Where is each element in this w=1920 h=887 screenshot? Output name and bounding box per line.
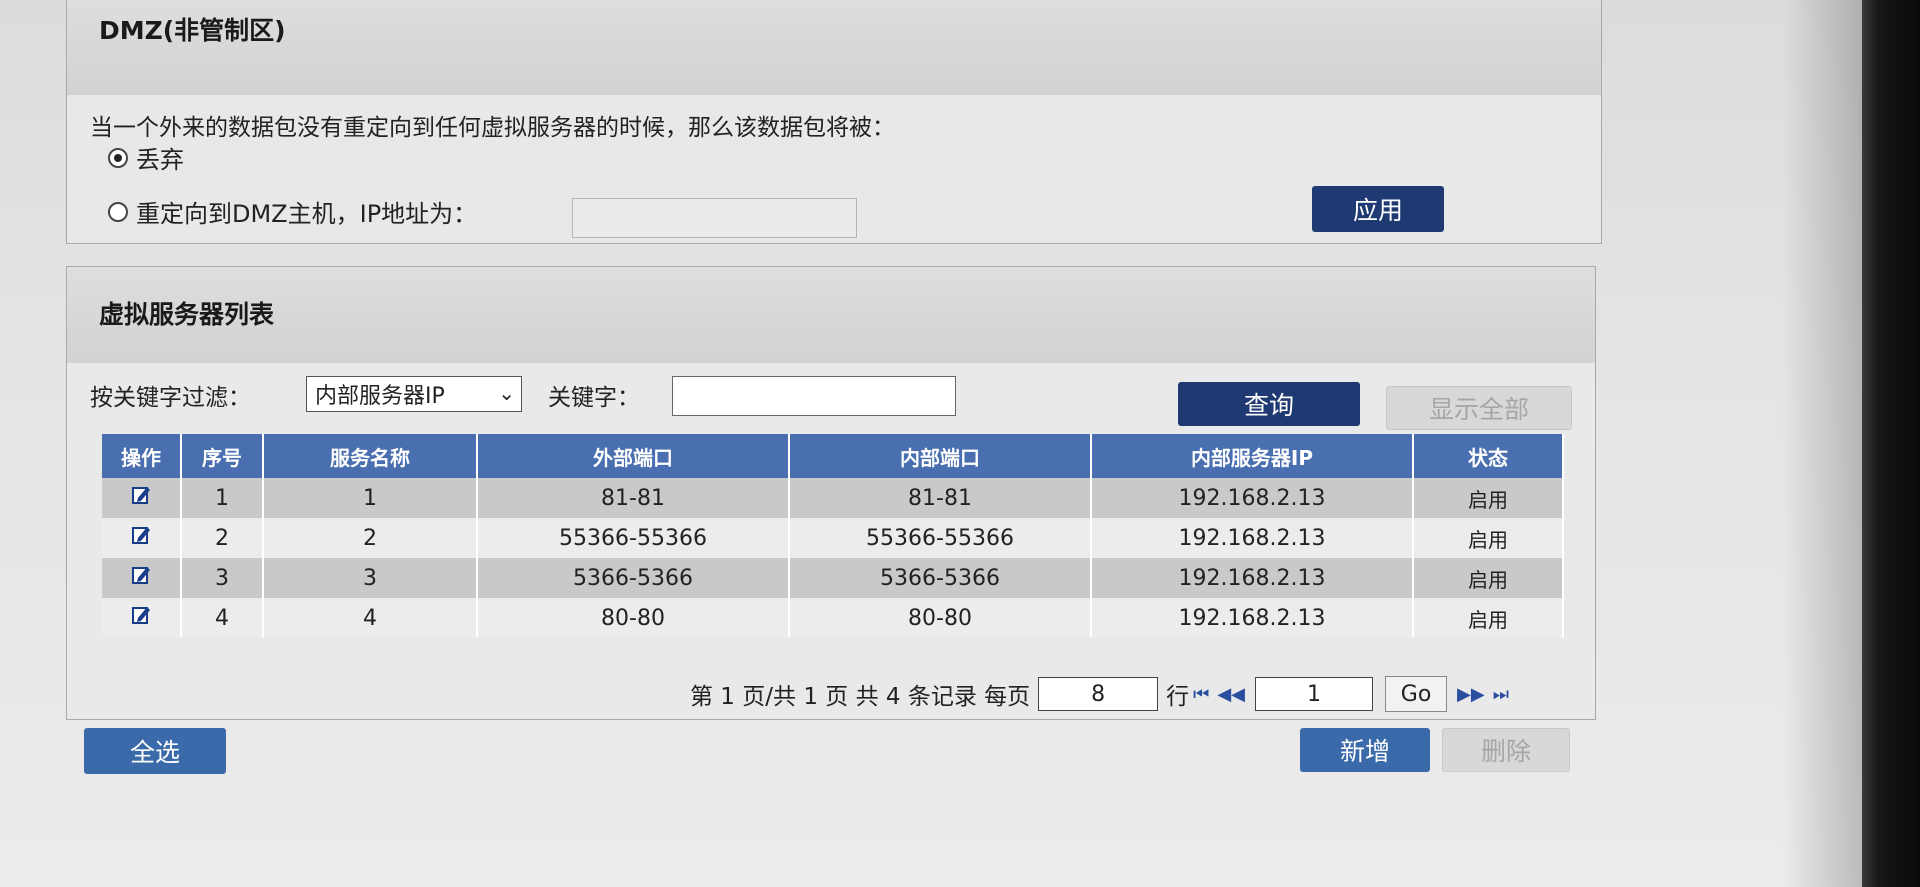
keyword-label: 关键字： (548, 385, 640, 411)
pagination: 第 1 页/共 1 页 共 4 条记录 每页 8 行 ⏮ ◀◀ 1 Go ▶▶ … (690, 676, 1513, 712)
filter-label: 按关键字过滤： (90, 385, 251, 411)
cell-seq: 4 (181, 598, 264, 638)
cell-ip: 192.168.2.13 (1091, 558, 1414, 598)
edit-icon[interactable] (130, 604, 152, 626)
monitor-bezel (1862, 0, 1920, 887)
cell-status: 启用 (1413, 478, 1564, 518)
edit-cell[interactable] (102, 518, 182, 558)
table-header-row: 操作 序号 服务名称 外部端口 内部端口 内部服务器IP 状态 (102, 434, 1564, 478)
cell-int-port: 80-80 (789, 598, 1092, 638)
cell-name: 3 (263, 558, 478, 598)
col-header-status: 状态 (1413, 434, 1564, 478)
cell-status: 启用 (1413, 598, 1564, 638)
virtual-server-title: 虚拟服务器列表 (99, 300, 275, 329)
table-row: 3 3 5366-5366 5366-5366 192.168.2.13 启用 (102, 558, 1564, 598)
next-page-icon[interactable]: ▶▶ (1457, 684, 1485, 705)
filter-select-value: 内部服务器IP (315, 384, 445, 409)
delete-button[interactable]: 删除 (1442, 728, 1570, 772)
cell-seq: 2 (181, 518, 264, 558)
apply-button[interactable]: 应用 (1312, 186, 1444, 232)
col-header-seq: 序号 (181, 434, 264, 478)
rows-unit: 行 (1166, 684, 1190, 710)
cell-seq: 3 (181, 558, 264, 598)
dmz-title: DMZ(非管制区) (99, 16, 286, 45)
keyword-input[interactable] (672, 376, 956, 416)
show-all-button[interactable]: 显示全部 (1386, 386, 1572, 430)
dmz-option-drop[interactable]: 丢弃 (108, 140, 184, 175)
cell-ip: 192.168.2.13 (1091, 598, 1414, 638)
edit-cell[interactable] (102, 598, 182, 638)
table-row: 4 4 80-80 80-80 192.168.2.13 启用 (102, 598, 1564, 638)
cell-ext-port: 55366-55366 (477, 518, 790, 558)
prev-page-icon[interactable]: ◀◀ (1217, 684, 1245, 705)
table-row: 2 2 55366-55366 55366-55366 192.168.2.13… (102, 518, 1564, 558)
edit-icon[interactable] (130, 484, 152, 506)
virtual-server-panel-header (67, 267, 1595, 363)
cell-name: 2 (263, 518, 478, 558)
cell-name: 1 (263, 478, 478, 518)
radio-drop[interactable] (108, 147, 128, 168)
page-input[interactable]: 1 (1255, 677, 1374, 711)
col-header-name: 服务名称 (263, 434, 478, 478)
cell-seq: 1 (181, 478, 264, 518)
edit-icon[interactable] (130, 564, 152, 586)
cell-ext-port: 5366-5366 (477, 558, 790, 598)
virtual-server-table: 操作 序号 服务名称 外部端口 内部端口 内部服务器IP 状态 1 1 81-8… (102, 434, 1564, 638)
screen-edge-shade (1782, 0, 1862, 887)
option-redirect-label: 重定向到DMZ主机，IP地址为： (136, 200, 478, 228)
add-button[interactable]: 新增 (1300, 728, 1430, 772)
option-drop-label: 丢弃 (136, 146, 184, 174)
go-button[interactable]: Go (1385, 676, 1448, 712)
cell-ip: 192.168.2.13 (1091, 478, 1414, 518)
cell-int-port: 81-81 (789, 478, 1092, 518)
chevron-down-icon: ⌄ (498, 381, 515, 405)
cell-name: 4 (263, 598, 478, 638)
col-header-ext-port: 外部端口 (477, 434, 790, 478)
cell-int-port: 55366-55366 (789, 518, 1092, 558)
col-header-ip: 内部服务器IP (1091, 434, 1414, 478)
page-info: 第 1 页/共 1 页 共 4 条记录 每页 (690, 684, 1031, 710)
cell-ext-port: 81-81 (477, 478, 790, 518)
table-row: 1 1 81-81 81-81 192.168.2.13 启用 (102, 478, 1564, 518)
dmz-panel-header (67, 0, 1601, 95)
edit-cell[interactable] (102, 478, 182, 518)
dmz-ip-input[interactable] (572, 198, 857, 238)
cell-int-port: 5366-5366 (789, 558, 1092, 598)
cell-ext-port: 80-80 (477, 598, 790, 638)
col-header-int-port: 内部端口 (789, 434, 1092, 478)
cell-status: 启用 (1413, 518, 1564, 558)
dmz-description: 当一个外来的数据包没有重定向到任何虚拟服务器的时候，那么该数据包将被： (90, 115, 895, 141)
cell-ip: 192.168.2.13 (1091, 518, 1414, 558)
last-page-icon[interactable]: ⏭ (1493, 684, 1509, 705)
edit-cell[interactable] (102, 558, 182, 598)
col-header-action: 操作 (102, 434, 182, 478)
per-page-input[interactable]: 8 (1038, 677, 1159, 711)
filter-select[interactable]: 内部服务器IP ⌄ (306, 376, 522, 412)
first-page-icon[interactable]: ⏮ (1193, 684, 1209, 705)
select-all-button[interactable]: 全选 (84, 728, 226, 774)
dmz-option-redirect[interactable]: 重定向到DMZ主机，IP地址为： (108, 194, 477, 229)
radio-redirect[interactable] (108, 201, 128, 222)
query-button[interactable]: 查询 (1178, 382, 1360, 426)
cell-status: 启用 (1413, 558, 1564, 598)
edit-icon[interactable] (130, 524, 152, 546)
